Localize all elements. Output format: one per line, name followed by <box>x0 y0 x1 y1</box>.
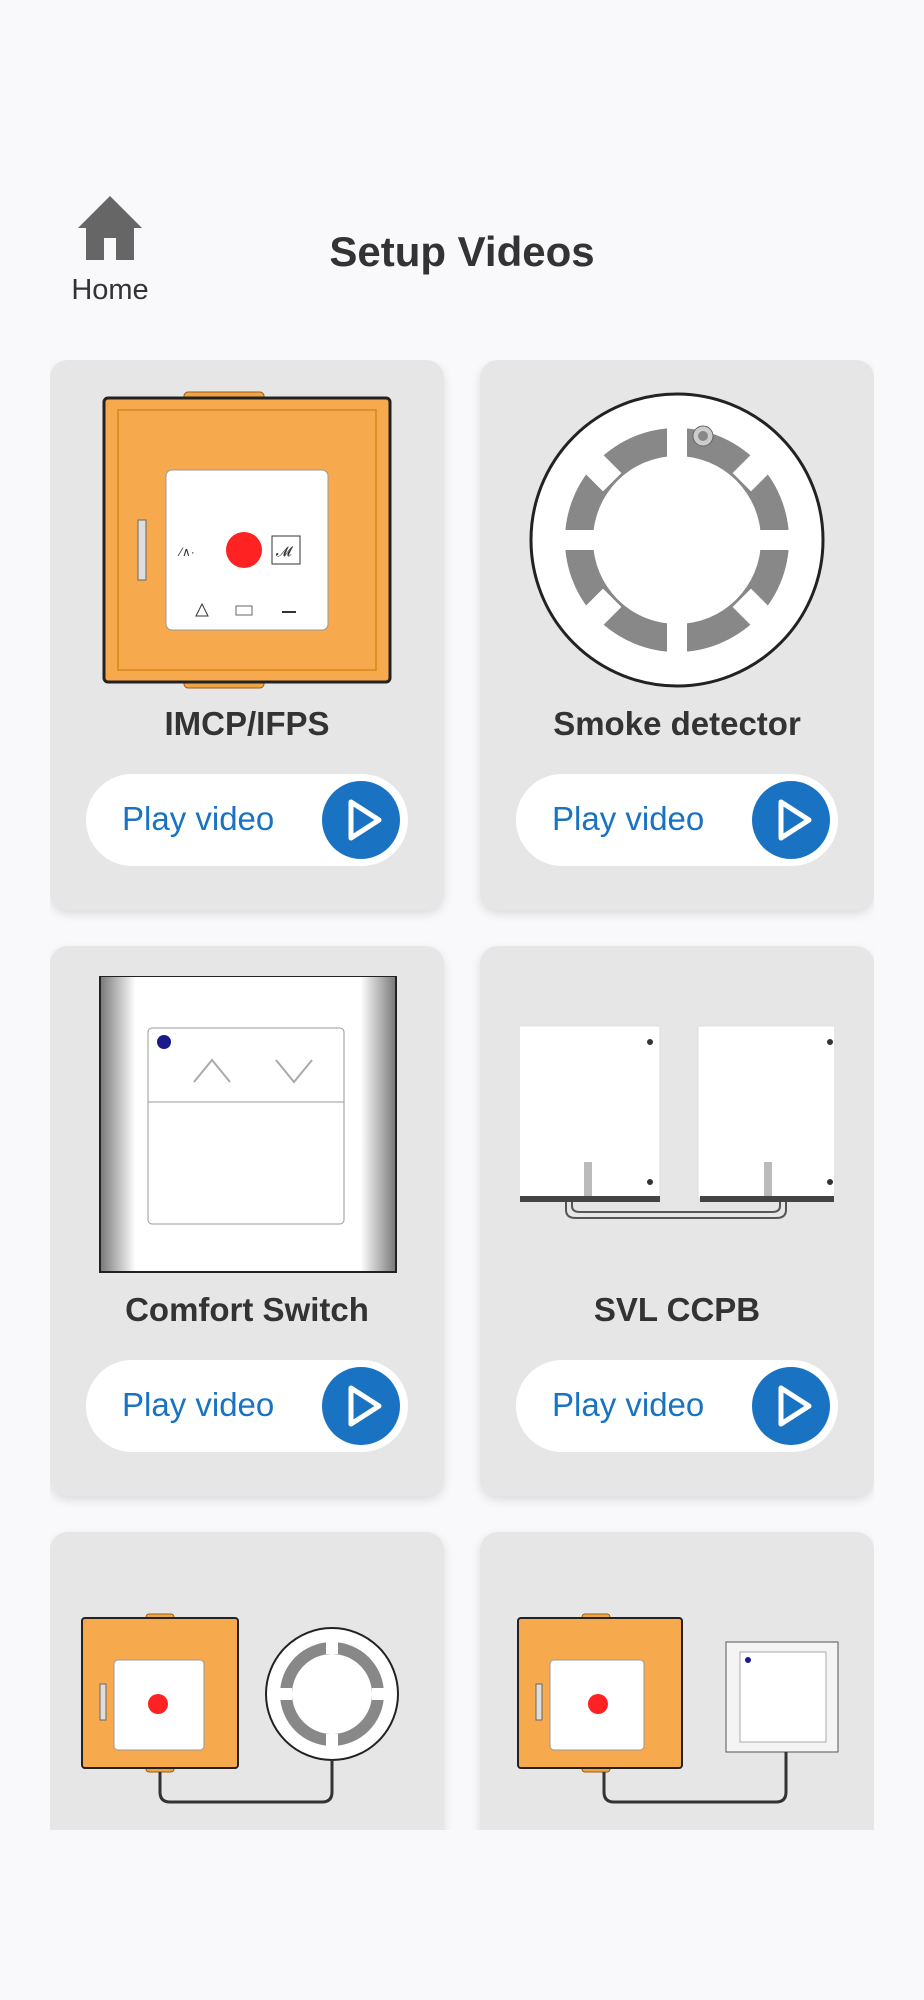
comfort-switch-image <box>99 976 397 1273</box>
card-title: Comfort Switch <box>125 1291 369 1328</box>
play-video-label: Play video <box>122 1386 275 1423</box>
play-video-label: Play video <box>552 800 705 837</box>
card-title: SVL CCPB <box>593 1291 761 1328</box>
imcp-comfort-switch-image <box>517 1613 839 1804</box>
play-icon <box>752 781 830 859</box>
page-title: Setup Videos <box>329 228 595 275</box>
video-card-imcp-comfort-switch[interactable] <box>480 1532 874 1830</box>
video-card-imcp-smoke-detector[interactable] <box>50 1532 444 1830</box>
imcp-smoke-detector-image <box>81 1613 399 1804</box>
play-video-button[interactable]: Play video <box>516 1360 838 1452</box>
play-video-button[interactable]: Play video <box>516 774 838 866</box>
play-icon <box>322 781 400 859</box>
play-video-button[interactable]: Play video <box>86 774 408 866</box>
video-grid: 𝓜 ⁄∧· IMCP/IFPS Play video Smoke detecto… <box>50 360 874 1830</box>
home-label: Home <box>71 274 149 306</box>
play-video-label: Play video <box>122 800 275 837</box>
play-icon <box>752 1367 830 1445</box>
card-title: Smoke detector <box>553 705 801 742</box>
video-card-imcp-ifps[interactable]: 𝓜 ⁄∧· IMCP/IFPS Play video <box>50 360 444 910</box>
imcp-ifps-image: 𝓜 ⁄∧· <box>102 391 392 689</box>
smoke-detector-image <box>529 392 825 688</box>
video-card-comfort-switch[interactable]: Comfort Switch Play video <box>50 946 444 1496</box>
play-icon <box>322 1367 400 1445</box>
svg-text:⁄∧·: ⁄∧· <box>177 545 195 559</box>
video-card-svl-ccpb[interactable]: SVL CCPB Play video <box>480 946 874 1496</box>
card-title: IMCP/IFPS <box>164 705 330 742</box>
header: Home Setup Videos <box>0 0 924 340</box>
play-video-label: Play video <box>552 1386 705 1423</box>
svl-ccpb-image <box>520 1025 834 1219</box>
video-card-smoke-detector[interactable]: Smoke detector Play video <box>480 360 874 910</box>
svg-text:𝓜: 𝓜 <box>276 543 294 559</box>
play-video-button[interactable]: Play video <box>86 1360 408 1452</box>
